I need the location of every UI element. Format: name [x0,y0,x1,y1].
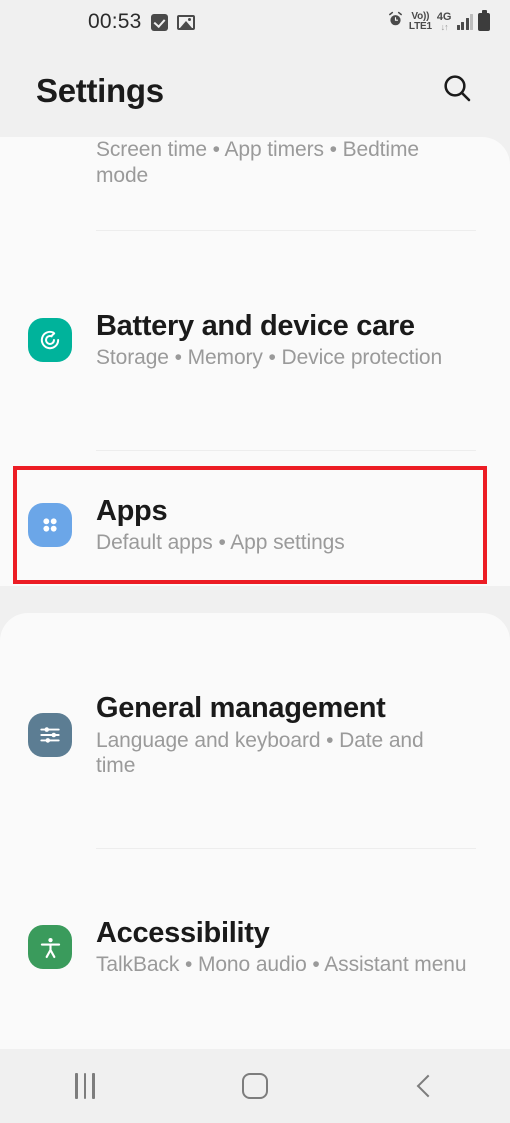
app-header: Settings [0,44,510,137]
settings-row-title: Apps [96,495,168,528]
checkbox-checked-icon [150,13,168,31]
battery-full-icon [478,10,490,31]
row-divider [96,450,476,451]
settings-row-battery-and-device-care[interactable]: Battery and device care Storage • Memory… [0,243,510,437]
row-text: Battery and device care Storage • Memory… [96,309,476,371]
row-divider [96,230,476,231]
settings-row-general-management[interactable]: General management Language and keyboard… [0,635,510,835]
settings-row-subtitle: Storage • Memory • Device protection [96,346,443,370]
network-type-icon: 4G ↓↑ [436,10,452,33]
digital-wellbeing-icon [28,135,72,179]
signal-bars-icon [456,14,473,30]
settings-row-subtitle: TalkBack • Mono audio • Assistant menu [96,953,467,977]
back-button[interactable] [385,1061,465,1111]
navigation-bar [0,1049,510,1123]
sliders-icon [28,713,72,757]
apps-grid-icon [28,503,72,547]
alarm-icon [387,11,404,33]
recents-icon [75,1073,95,1099]
status-bar: 00:53 Vo)) LTE1 4G ↓↑ [0,0,510,44]
settings-row-digital-wellbeing[interactable]: Screen time • App timers • Bedtime mode [0,135,510,231]
status-bar-left: 00:53 [88,10,195,34]
status-time: 00:53 [88,10,142,33]
image-icon [176,14,195,30]
row-divider [96,848,476,849]
back-icon [416,1074,440,1098]
home-icon [242,1073,268,1099]
settings-row-accessibility[interactable]: Accessibility TalkBack • Mono audio • As… [0,869,510,1025]
settings-row-subtitle: Language and keyboard • Date and time [96,728,424,778]
volte-icon: Vo)) LTE1 [408,10,432,32]
settings-row-title: Battery and device care [96,310,415,343]
search-icon [441,72,473,109]
settings-card-1: Screen time • App timers • Bedtime mode … [0,137,510,586]
device-care-icon [28,318,72,362]
accessibility-person-icon [28,925,72,969]
settings-row-subtitle: Screen time • App timers • Bedtime mode [96,138,419,187]
settings-row-title: General management [96,692,386,725]
settings-row-apps[interactable]: Apps Default apps • App settings [0,467,510,583]
row-text: General management Language and keyboard… [96,691,456,778]
row-text: Screen time • App timers • Bedtime mode [96,135,476,188]
row-text: Apps Default apps • App settings [96,494,345,556]
home-button[interactable] [215,1061,295,1111]
status-bar-right: Vo)) LTE1 4G ↓↑ [387,10,490,33]
settings-list[interactable]: Screen time • App timers • Bedtime mode … [0,137,510,1123]
recents-button[interactable] [45,1061,125,1111]
settings-card-2: General management Language and keyboard… [0,613,510,1123]
settings-row-subtitle: Default apps • App settings [96,531,345,555]
phone-screen: 00:53 Vo)) LTE1 4G ↓↑ Settings Screen ti… [0,0,510,1123]
row-text: Accessibility TalkBack • Mono audio • As… [96,916,476,978]
settings-row-title: Accessibility [96,917,270,950]
page-title: Settings [36,71,164,109]
search-button[interactable] [437,71,477,111]
